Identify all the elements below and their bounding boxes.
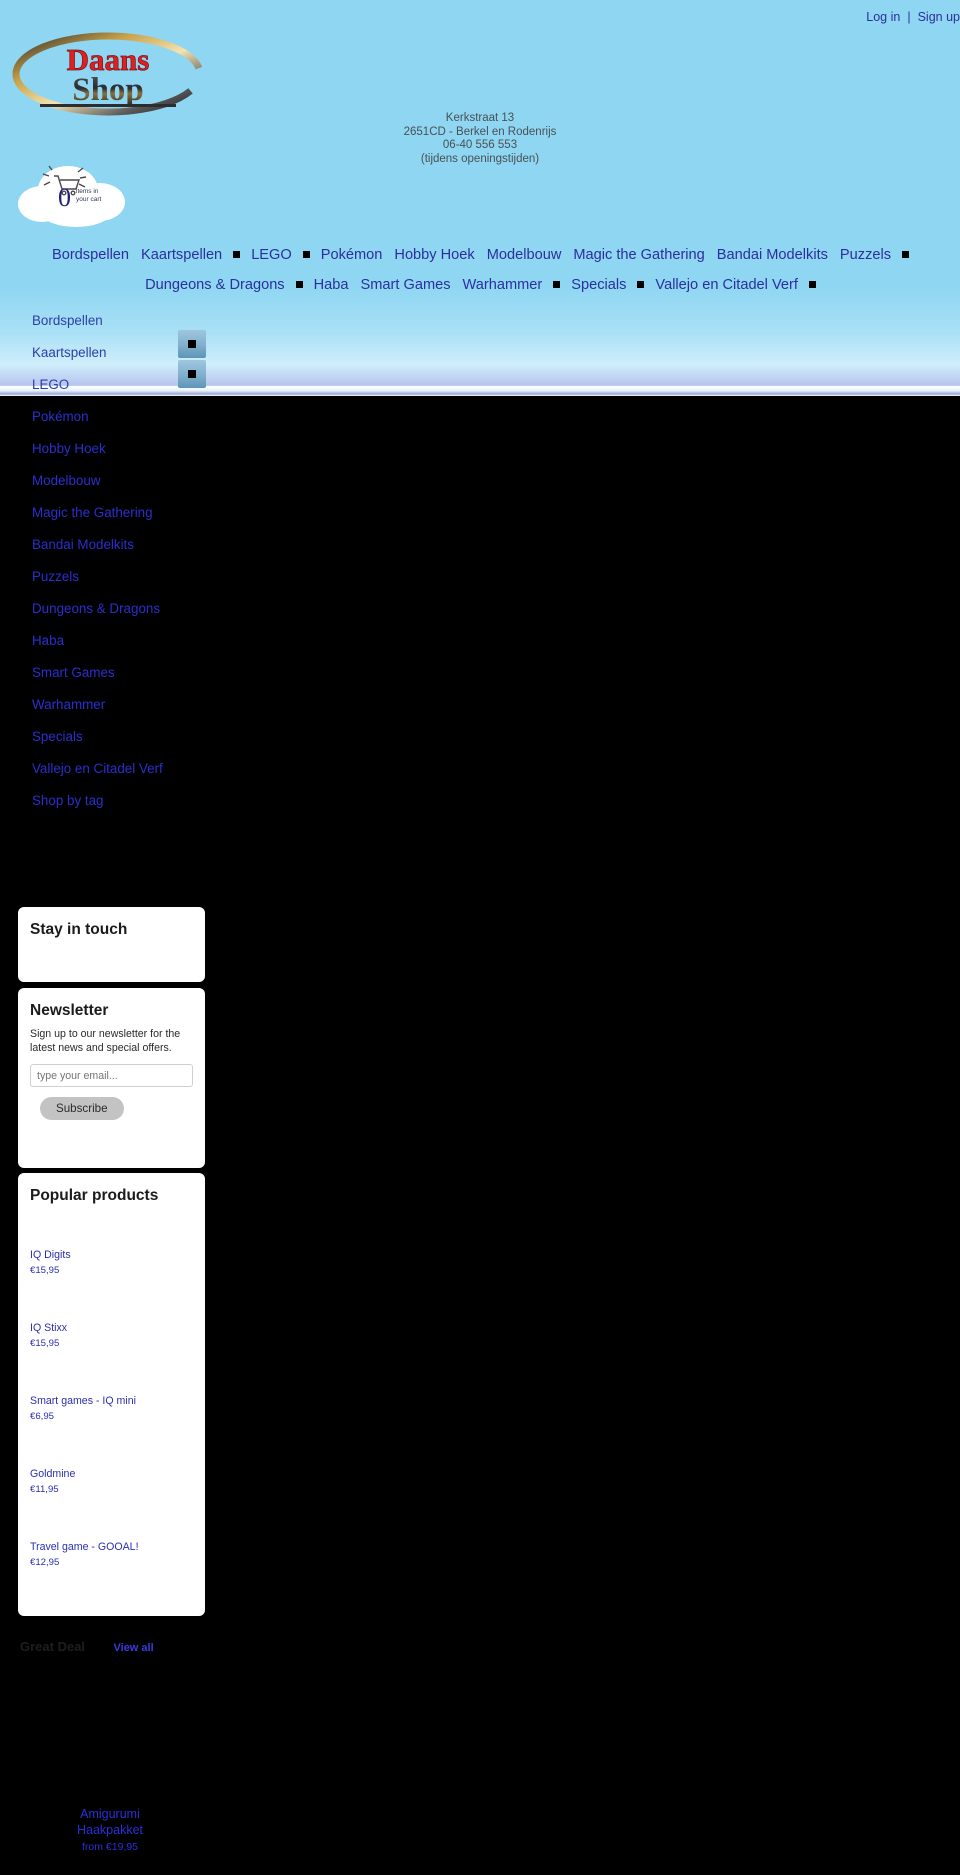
popular-product-item[interactable]: Smart games - IQ mini €6,95 [30,1357,193,1430]
nav-item-dungeons-dragons[interactable]: Dungeons & Dragons [139,270,291,300]
stay-in-touch-body [18,945,205,959]
great-deal-view-all-link[interactable]: View all [114,1642,154,1654]
popular-products-title: Popular products [30,1187,159,1204]
popular-products-card: Popular products IQ Digits €15,95 IQ Stixx… [18,1173,205,1616]
featured-deal-product[interactable]: Amigurumi Haakpakket from €19,95 [20,1806,200,1853]
stay-in-touch-title: Stay in touch [30,921,128,938]
address-city: 2651CD - Berkel en Rodenrijs [403,125,557,138]
newsletter-card: Newsletter Sign up to our newsletter for… [18,988,205,1168]
newsletter-subscribe-button[interactable]: Subscribe [40,1097,124,1120]
sidebar-item-bandai-modelkits[interactable]: Bandai Modelkits [0,529,230,561]
newsletter-email-input[interactable] [30,1064,193,1087]
nav-item-vallejo-en-citadel-verf[interactable]: Vallejo en Citadel Verf [649,270,804,300]
sidebar-item-hobby-hoek[interactable]: Hobby Hoek [0,433,230,465]
nav-item-lego[interactable]: LEGO [245,240,298,270]
store-address: Kerkstraat 13 2651CD - Berkel en Rodenri… [280,112,680,166]
sidebar-item-pok-mon[interactable]: Pokémon [0,401,230,433]
product-name-link[interactable]: Travel game - GOOAL! [30,1541,193,1554]
popular-product-item[interactable]: Goldmine €11,95 [30,1430,193,1503]
featured-deal-name-line1: Amigurumi [80,1807,140,1821]
cart-label: items in your cart [76,188,126,203]
site-logo[interactable]: Daans Shop [8,28,208,120]
cart-label-line1: items in [76,188,99,195]
nav-submenu-square-icon[interactable] [902,250,910,258]
sidebar-expand-kaartspellen[interactable] [178,330,206,358]
nav-item-kaartspellen[interactable]: Kaartspellen [135,240,228,270]
account-links: Log in | Sign up [660,10,960,24]
nav-submenu-square-icon[interactable] [637,280,645,288]
featured-deal-name-line2: Haakpakket [76,1823,143,1837]
product-thumbnail [30,1223,193,1249]
nav-item-smart-games[interactable]: Smart Games [355,270,457,300]
product-price: €12,95 [30,1557,60,1568]
sidebar-item-smart-games[interactable]: Smart Games [0,657,230,689]
sidebar-expand-lego[interactable] [178,360,206,388]
address-phone: 06-40 556 553 [442,139,518,152]
svg-text:Shop: Shop [72,72,144,108]
popular-product-item[interactable]: IQ Digits €15,95 [30,1211,193,1284]
popular-product-item[interactable]: Travel game - GOOAL! €12,95 [30,1503,193,1576]
nav-item-bandai-modelkits[interactable]: Bandai Modelkits [711,240,834,270]
cart-label-line2: your cart [76,195,102,203]
newsletter-title: Newsletter [30,1002,109,1019]
nav-submenu-square-icon[interactable] [553,280,561,288]
sidebar-item-specials[interactable]: Specials [0,721,230,753]
product-thumbnail [30,1442,193,1468]
product-thumbnail [30,1515,193,1541]
great-deal-title: Great Deal [20,1639,86,1654]
cart-item-count: 0 [58,183,71,212]
newsletter-description: Sign up to our newsletter for the latest… [30,1028,181,1054]
main-navigation: Bordspellen Kaartspellen LEGO Pokémon Hobby … [0,240,960,300]
nav-submenu-square-icon[interactable] [808,280,816,288]
featured-deal-price: from €19,95 [81,1841,139,1853]
sidebar-item-dungeons-dragons[interactable]: Dungeons & Dragons [0,593,230,625]
address-street: Kerkstraat 13 [445,112,515,124]
sidebar-item-haba[interactable]: Haba [0,625,230,657]
sidebar-item-vallejo-en-citadel-verf[interactable]: Vallejo en Citadel Verf [0,753,230,785]
product-name-link[interactable]: Goldmine [30,1468,193,1481]
main-navigation-row-2: Dungeons & Dragons Haba Smart Games Warhamm… [0,270,960,300]
product-thumbnail [30,1296,193,1322]
nav-item-magic-the-gathering[interactable]: Magic the Gathering [567,240,710,270]
sidebar-item-magic-the-gathering[interactable]: Magic the Gathering [0,497,230,529]
nav-submenu-square-icon[interactable] [295,280,303,288]
nav-item-modelbouw[interactable]: Modelbouw [481,240,568,270]
product-price: €15,95 [30,1338,60,1349]
popular-product-item[interactable]: IQ Stixx €15,95 [30,1284,193,1357]
login-link[interactable]: Log in [866,10,900,24]
sidebar-item-puzzels[interactable]: Puzzels [0,561,230,593]
nav-item-specials[interactable]: Specials [565,270,632,300]
product-name-link[interactable]: Smart games - IQ mini [30,1395,193,1408]
nav-submenu-square-icon[interactable] [233,250,241,258]
nav-item-warhammer[interactable]: Warhammer [457,270,549,300]
nav-item-haba[interactable]: Haba [308,270,355,300]
product-thumbnail [30,1369,193,1395]
square-glyph-icon [188,370,196,378]
newsletter-body: Sign up to our newsletter for the latest… [18,1028,205,1134]
product-price: €11,95 [30,1484,59,1495]
popular-products-list: IQ Digits €15,95 IQ Stixx €15,95 Smart games… [18,1211,205,1590]
product-name-link[interactable]: IQ Digits [30,1249,193,1262]
account-separator: | [907,10,911,24]
sidebar-item-modelbouw[interactable]: Modelbouw [0,465,230,497]
great-deal-header: Great Deal View all [20,1638,154,1656]
product-price: €6,95 [30,1411,55,1422]
address-hours: (tijdens openingstijden) [420,152,540,165]
signup-link[interactable]: Sign up [918,10,960,24]
main-navigation-row-1: Bordspellen Kaartspellen LEGO Pokémon Hobby … [0,240,960,270]
featured-deal-name[interactable]: Amigurumi Haakpakket [20,1806,200,1838]
product-name-link[interactable]: IQ Stixx [30,1322,193,1335]
square-glyph-icon [188,340,196,348]
sidebar-item-warhammer[interactable]: Warhammer [0,689,230,721]
nav-submenu-square-icon[interactable] [302,250,310,258]
stay-in-touch-card: Stay in touch [18,907,205,982]
nav-item-hobby-hoek[interactable]: Hobby Hoek [388,240,480,270]
product-price: €15,95 [30,1265,60,1276]
sidebar-item-shop-by-tag[interactable]: Shop by tag [0,785,230,817]
nav-item-puzzels[interactable]: Puzzels [834,240,897,270]
nav-item-pok-mon[interactable]: Pokémon [315,240,389,270]
nav-item-bordspellen[interactable]: Bordspellen [46,240,135,270]
page-root: Log in | Sign up Daans Shop Kerkstraat 1… [0,0,960,1875]
